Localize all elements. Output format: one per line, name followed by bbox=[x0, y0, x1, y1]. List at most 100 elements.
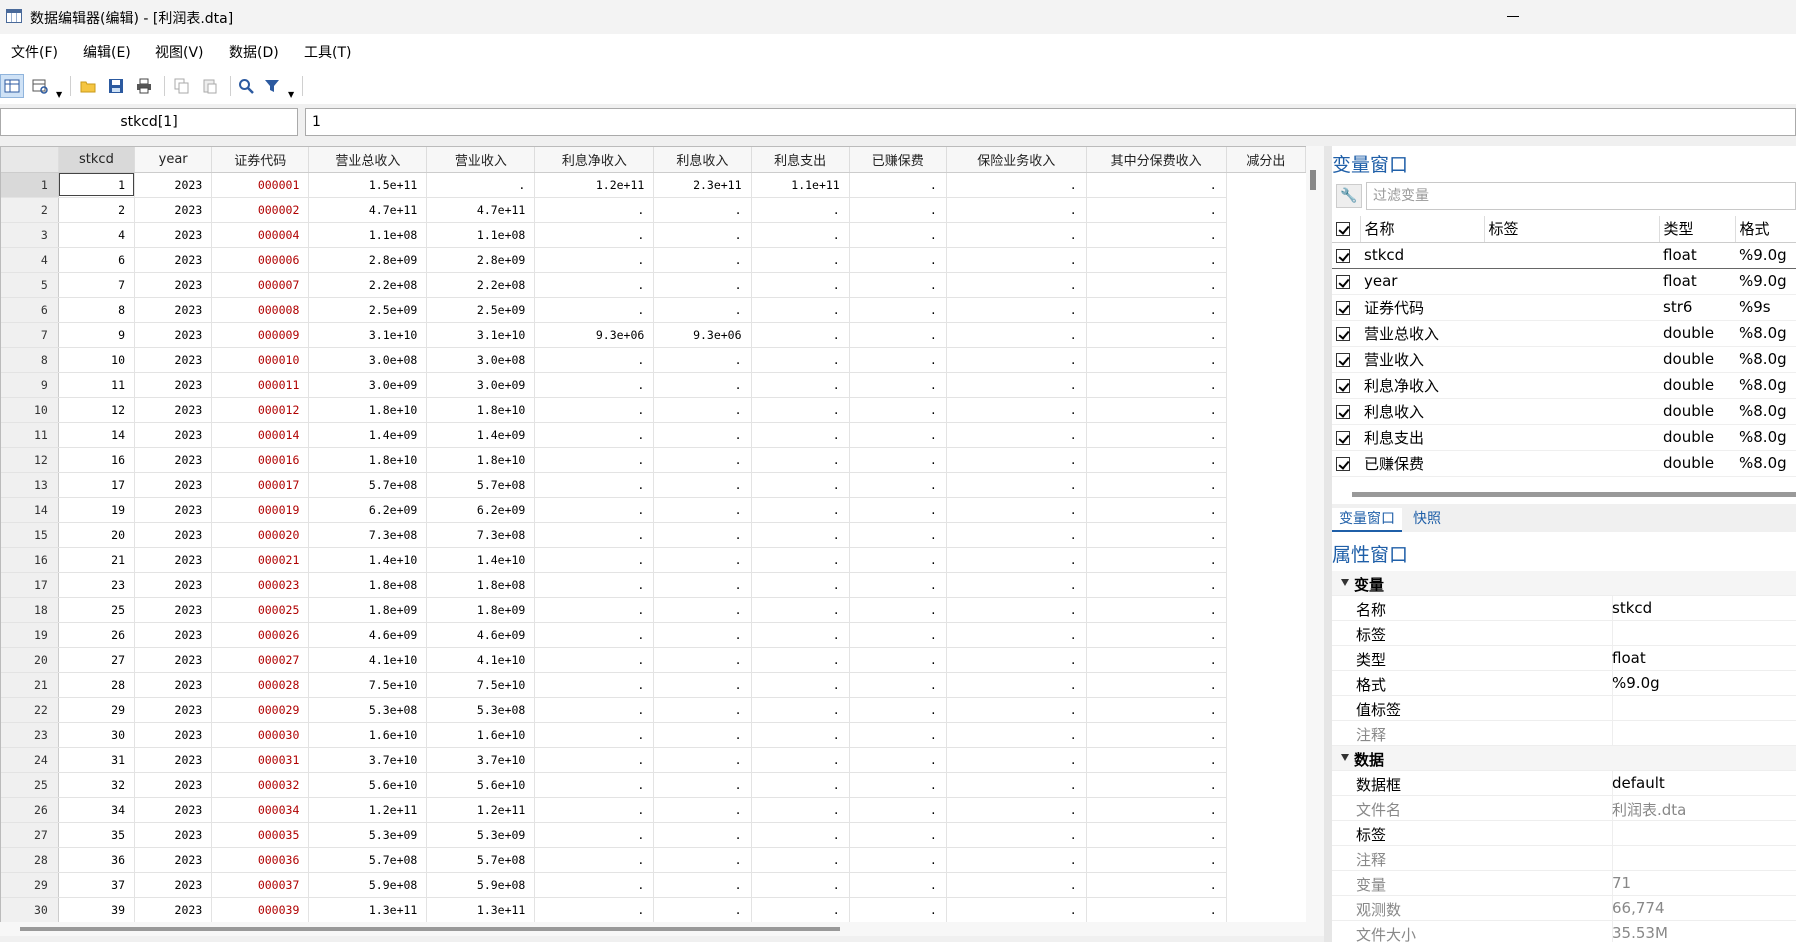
table-cell[interactable]: 000020 bbox=[211, 522, 310, 548]
table-cell[interactable]: 000006 bbox=[211, 247, 310, 273]
table-cell[interactable]: 000014 bbox=[211, 422, 310, 448]
table-cell[interactable]: . bbox=[1086, 797, 1227, 823]
row-number[interactable]: 4 bbox=[1, 247, 59, 273]
table-cell[interactable]: 1.8e+08 bbox=[308, 572, 428, 598]
table-cell[interactable]: . bbox=[751, 772, 850, 798]
table-cell[interactable]: 2023 bbox=[134, 472, 213, 498]
table-cell[interactable]: . bbox=[849, 297, 947, 323]
table-cell[interactable]: . bbox=[849, 247, 947, 273]
row-number[interactable]: 22 bbox=[1, 697, 59, 723]
property-group[interactable]: 变量 bbox=[1332, 571, 1796, 596]
table-cell[interactable]: 2023 bbox=[134, 572, 213, 598]
table-cell[interactable]: . bbox=[534, 747, 655, 773]
table-cell[interactable]: 000036 bbox=[211, 847, 310, 873]
collapse-triangle-icon[interactable] bbox=[1341, 754, 1349, 761]
variable-checkbox[interactable] bbox=[1336, 430, 1350, 445]
table-cell[interactable]: . bbox=[946, 297, 1087, 323]
variable-row[interactable]: 利息支出 double %8.0g bbox=[1332, 424, 1796, 451]
table-cell[interactable]: 28 bbox=[58, 672, 136, 698]
table-cell[interactable]: . bbox=[751, 747, 850, 773]
table-cell[interactable]: . bbox=[534, 372, 655, 398]
table-cell[interactable]: . bbox=[751, 647, 850, 673]
table-cell[interactable]: . bbox=[534, 422, 655, 448]
table-cell[interactable]: . bbox=[849, 497, 947, 523]
table-cell[interactable]: . bbox=[1086, 422, 1227, 448]
property-row[interactable]: 标签 bbox=[1332, 821, 1796, 846]
column-header-name[interactable]: 名称 bbox=[1360, 216, 1485, 243]
table-cell[interactable]: 23 bbox=[58, 572, 136, 598]
variable-row[interactable]: 利息净收入 double %8.0g bbox=[1332, 372, 1796, 399]
table-cell[interactable]: . bbox=[653, 672, 752, 698]
save-icon[interactable] bbox=[104, 74, 128, 98]
table-cell[interactable]: 000012 bbox=[211, 397, 310, 423]
variable-checkbox-cell[interactable] bbox=[1332, 346, 1360, 373]
variable-checkbox-cell[interactable] bbox=[1332, 450, 1360, 477]
table-cell[interactable]: . bbox=[1086, 172, 1227, 198]
table-cell[interactable]: . bbox=[849, 272, 947, 298]
table-cell[interactable]: . bbox=[849, 797, 947, 823]
table-cell[interactable]: 2023 bbox=[134, 772, 213, 798]
variable-row[interactable]: 营业收入 double %8.0g bbox=[1332, 346, 1796, 373]
row-number[interactable]: 5 bbox=[1, 272, 59, 298]
table-cell[interactable]: 2023 bbox=[134, 722, 213, 748]
table-cell[interactable]: 2023 bbox=[134, 697, 213, 723]
variable-checkbox[interactable] bbox=[1336, 326, 1350, 341]
table-cell[interactable]: 4.7e+11 bbox=[308, 197, 428, 223]
table-cell[interactable]: . bbox=[751, 547, 850, 573]
table-cell[interactable]: . bbox=[534, 772, 655, 798]
tab-variables-window[interactable]: 变量窗口 bbox=[1332, 508, 1402, 532]
table-cell[interactable]: . bbox=[946, 672, 1087, 698]
table-cell[interactable]: 2023 bbox=[134, 197, 213, 223]
table-cell[interactable]: 1.4e+10 bbox=[426, 547, 536, 573]
table-cell[interactable]: 7.5e+10 bbox=[426, 672, 536, 698]
table-cell[interactable]: . bbox=[1086, 647, 1227, 673]
column-header[interactable]: 减分出 bbox=[1226, 147, 1306, 173]
column-header-type[interactable]: 类型 bbox=[1659, 216, 1736, 243]
table-cell[interactable]: . bbox=[534, 872, 655, 898]
table-cell[interactable]: . bbox=[751, 797, 850, 823]
table-cell[interactable]: . bbox=[1086, 447, 1227, 473]
table-cell[interactable]: . bbox=[653, 422, 752, 448]
table-cell[interactable]: . bbox=[1086, 272, 1227, 298]
table-cell[interactable]: 5.3e+08 bbox=[308, 697, 428, 723]
table-cell[interactable]: . bbox=[946, 772, 1087, 798]
table-cell[interactable]: . bbox=[946, 722, 1087, 748]
table-cell[interactable]: . bbox=[653, 822, 752, 848]
table-cell[interactable]: . bbox=[751, 597, 850, 623]
table-cell[interactable]: 1 bbox=[58, 172, 136, 198]
property-row[interactable]: 文件名 利润表.dta bbox=[1332, 796, 1796, 821]
table-cell[interactable]: . bbox=[849, 347, 947, 373]
property-value[interactable]: 66,774 bbox=[1612, 899, 1665, 917]
table-cell[interactable]: . bbox=[534, 797, 655, 823]
table-cell[interactable]: 000004 bbox=[211, 222, 310, 248]
table-cell[interactable]: 2023 bbox=[134, 222, 213, 248]
table-cell[interactable]: . bbox=[751, 397, 850, 423]
table-cell[interactable]: 6.2e+09 bbox=[426, 497, 536, 523]
table-cell[interactable]: . bbox=[849, 822, 947, 848]
table-cell[interactable]: 36 bbox=[58, 847, 136, 873]
table-cell[interactable]: 1.5e+11 bbox=[308, 172, 428, 198]
table-cell[interactable]: 6.2e+09 bbox=[308, 497, 428, 523]
table-cell[interactable]: 000029 bbox=[211, 697, 310, 723]
table-cell[interactable]: . bbox=[849, 522, 947, 548]
table-cell[interactable]: . bbox=[849, 597, 947, 623]
table-cell[interactable]: . bbox=[1086, 672, 1227, 698]
table-cell[interactable]: . bbox=[653, 447, 752, 473]
table-cell[interactable]: 32 bbox=[58, 772, 136, 798]
scroll-thumb[interactable] bbox=[1310, 170, 1316, 190]
column-header-format[interactable]: 格式 bbox=[1735, 216, 1796, 243]
table-cell[interactable]: 2.5e+09 bbox=[426, 297, 536, 323]
table-cell[interactable]: . bbox=[751, 447, 850, 473]
table-cell[interactable]: . bbox=[946, 647, 1087, 673]
table-cell[interactable]: 8 bbox=[58, 297, 136, 323]
table-cell[interactable]: 000010 bbox=[211, 347, 310, 373]
row-number[interactable]: 1 bbox=[1, 172, 59, 198]
column-header[interactable]: stkcd bbox=[58, 147, 136, 173]
table-cell[interactable]: . bbox=[946, 822, 1087, 848]
table-cell[interactable]: . bbox=[946, 172, 1087, 198]
table-cell[interactable]: . bbox=[653, 222, 752, 248]
table-cell[interactable]: . bbox=[1086, 597, 1227, 623]
table-cell[interactable]: . bbox=[1086, 872, 1227, 898]
table-cell[interactable]: 3.1e+10 bbox=[308, 322, 428, 348]
table-cell[interactable]: . bbox=[946, 247, 1087, 273]
